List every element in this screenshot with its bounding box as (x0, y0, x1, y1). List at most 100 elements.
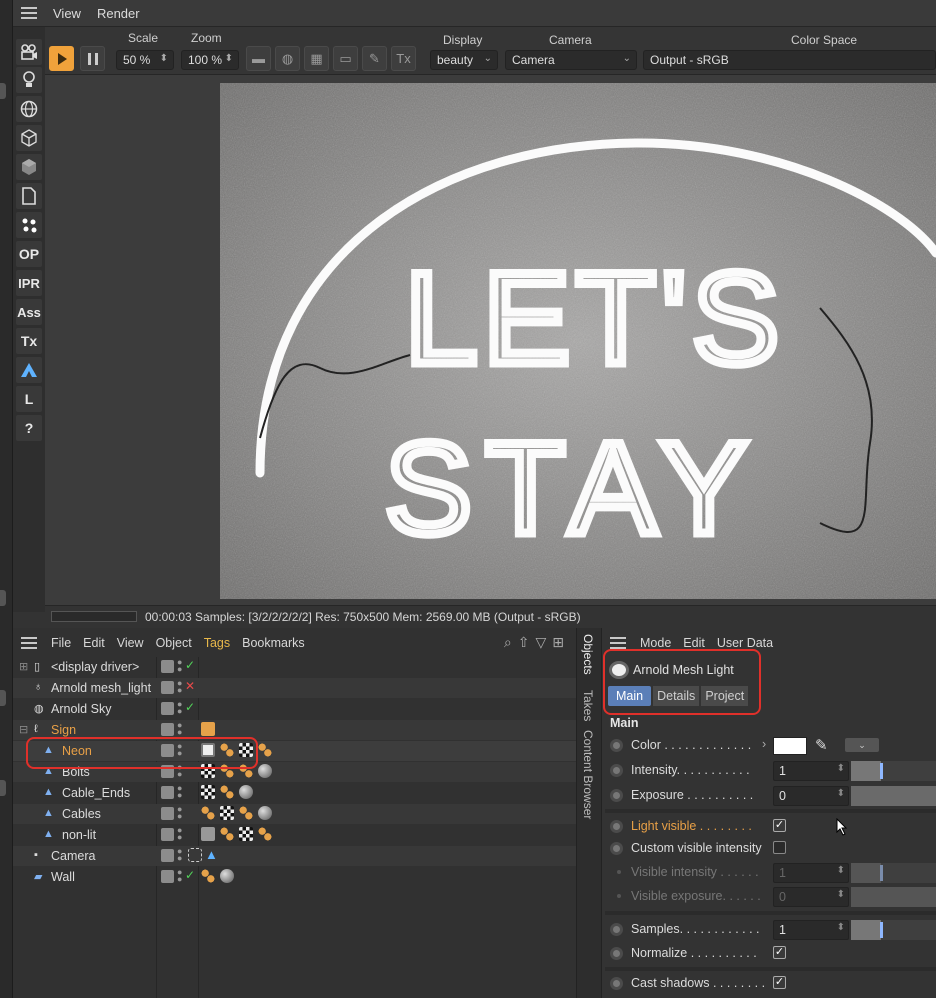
editor-render-dots-icon[interactable]: ● ● (177, 658, 185, 674)
material-tag-icon[interactable] (258, 764, 272, 778)
tree-row-cable-ends[interactable]: ▲ Cable_Ends ● ● (13, 783, 576, 803)
skydome-globe-icon[interactable] (16, 96, 42, 122)
tab-takes[interactable]: Takes (581, 690, 595, 721)
hamburger-menu-icon[interactable] (21, 636, 37, 649)
param-radio[interactable] (610, 842, 623, 855)
dock-handle[interactable] (0, 590, 6, 606)
am-menu-edit[interactable]: Edit (677, 636, 711, 650)
editor-render-dots-icon[interactable]: ● ● (177, 805, 185, 821)
color-options-dropdown[interactable]: ⌄ (845, 738, 879, 752)
expand-arrow-icon[interactable]: › (762, 737, 766, 751)
om-menu-bookmarks[interactable]: Bookmarks (236, 636, 311, 650)
tab-objects[interactable]: Objects (581, 634, 595, 675)
pause-render-button[interactable] (80, 46, 105, 71)
tag-icon[interactable] (201, 722, 215, 736)
camera-dropdown[interactable]: Camera ⌄ (505, 50, 637, 70)
menu-view[interactable]: View (45, 6, 89, 21)
layer-visibility-icon[interactable] (161, 807, 174, 820)
tx-manager-button[interactable]: Tx (16, 328, 42, 354)
layer-visibility-icon[interactable] (161, 849, 174, 862)
aov-grid-icon[interactable]: ▦ (304, 46, 329, 71)
zoom-field[interactable]: 100 % ⬍ (181, 50, 239, 70)
custom-visible-intensity-checkbox[interactable] (773, 841, 786, 854)
tag-icon[interactable] (201, 827, 215, 841)
tag-icon[interactable] (201, 806, 215, 820)
operator-op-button[interactable]: OP (16, 241, 42, 267)
tree-row-camera[interactable]: ▪ Camera ● ● ▲ (13, 846, 576, 866)
tree-row-non-lit[interactable]: ▲ non-lit ● ● (13, 825, 576, 845)
dock-handle[interactable] (0, 780, 6, 796)
samples-slider[interactable] (851, 920, 936, 940)
tag-icon[interactable] (220, 806, 234, 820)
hamburger-menu-icon[interactable] (610, 636, 626, 649)
editor-render-dots-icon[interactable]: ● ● (177, 826, 185, 842)
normalize-checkbox[interactable]: ✓ (773, 946, 786, 959)
expand-toggle-icon[interactable]: ⊞ (19, 660, 32, 673)
exposure-slider[interactable] (851, 786, 936, 806)
region-render-icon[interactable]: ▬ (246, 46, 271, 71)
layer-visibility-icon[interactable] (161, 702, 174, 715)
brush-icon[interactable]: ✎ (362, 46, 387, 71)
editor-render-dots-icon[interactable]: ● ● (177, 721, 185, 737)
particles-dots-icon[interactable] (16, 212, 42, 238)
layer-visibility-icon[interactable] (161, 660, 174, 673)
tab-content-browser[interactable]: Content Browser (581, 730, 595, 819)
tag-icon[interactable] (201, 785, 215, 799)
help-button[interactable]: ? (16, 415, 42, 441)
display-dropdown[interactable]: beauty ⌄ (430, 50, 498, 70)
intensity-slider[interactable] (851, 761, 936, 781)
frame-icon[interactable]: ▭ (333, 46, 358, 71)
editor-render-dots-icon[interactable]: ● ● (177, 784, 185, 800)
hamburger-menu-icon[interactable] (21, 7, 37, 19)
tag-icon[interactable] (239, 827, 253, 841)
intensity-field[interactable]: 1 ⬍ (773, 761, 849, 781)
tree-row-arnold-sky[interactable]: ◍ Arnold Sky ● ● ✓ (13, 699, 576, 719)
tag-icon[interactable] (220, 827, 234, 841)
layer-visibility-icon[interactable] (161, 828, 174, 841)
enabled-check-icon[interactable]: ✓ (185, 700, 195, 714)
tag-icon[interactable] (258, 743, 272, 757)
samples-field[interactable]: 1 ⬍ (773, 920, 849, 940)
light-visible-checkbox[interactable]: ✓ (773, 819, 786, 832)
tag-icon[interactable] (258, 827, 272, 841)
layer-visibility-icon[interactable] (161, 870, 174, 883)
tag-icon[interactable] (201, 869, 215, 883)
document-icon[interactable] (16, 183, 42, 209)
ipr-button[interactable]: IPR (16, 270, 42, 296)
arnold-logo-icon[interactable] (16, 357, 42, 383)
disabled-x-icon[interactable]: ✕ (185, 679, 195, 693)
material-tag-icon[interactable] (220, 869, 234, 883)
enabled-check-icon[interactable]: ✓ (185, 658, 195, 672)
layer-visibility-icon[interactable] (161, 723, 174, 736)
om-menu-view[interactable]: View (111, 636, 150, 650)
solid-cube-icon[interactable] (16, 154, 42, 180)
wire-cube-icon[interactable] (16, 125, 42, 151)
play-render-button[interactable] (49, 46, 74, 71)
exposure-field[interactable]: 0 ⬍ (773, 786, 849, 806)
material-tag-icon[interactable] (239, 785, 253, 799)
param-radio[interactable] (610, 820, 623, 833)
tag-icon[interactable] (220, 785, 234, 799)
param-radio[interactable] (610, 739, 623, 752)
material-tag-icon[interactable] (258, 806, 272, 820)
render-image[interactable]: LET'S STAY (220, 83, 936, 599)
tree-row-display-driver[interactable]: ⊞ ▯ <display driver> ● ● ✓ (13, 657, 576, 677)
om-menu-edit[interactable]: Edit (77, 636, 111, 650)
am-menu-mode[interactable]: Mode (634, 636, 677, 650)
enabled-check-icon[interactable]: ✓ (185, 868, 195, 882)
scale-field[interactable]: 50 % ⬍ (116, 50, 174, 70)
om-menu-file[interactable]: File (45, 636, 77, 650)
param-radio[interactable] (610, 764, 623, 777)
am-menu-user-data[interactable]: User Data (711, 636, 779, 650)
layer-visibility-icon[interactable] (161, 786, 174, 799)
editor-render-dots-icon[interactable]: ● ● (177, 700, 185, 716)
param-radio[interactable] (610, 977, 623, 990)
colorspace-dropdown[interactable]: Output - sRGB (643, 50, 936, 70)
light-bulb-icon[interactable] (16, 67, 42, 93)
tag-icon[interactable] (239, 806, 253, 820)
color-swatch[interactable] (773, 737, 807, 755)
editor-render-dots-icon[interactable]: ● ● (177, 679, 185, 695)
tree-row-wall[interactable]: ▰ Wall ● ● ✓ (13, 867, 576, 887)
arnold-tag-icon[interactable]: ▲ (205, 848, 219, 862)
target-tag-icon[interactable] (188, 848, 202, 862)
